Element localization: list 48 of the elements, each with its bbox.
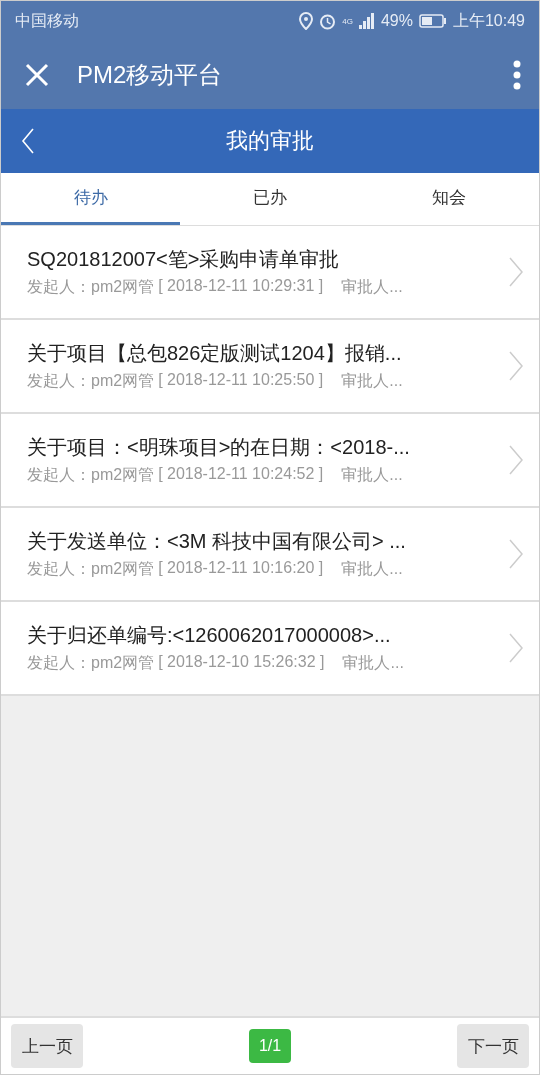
prev-page-button[interactable]: 上一页 [11, 1024, 83, 1068]
chevron-icon [509, 351, 523, 381]
clock-time: 上午10:49 [452, 10, 525, 31]
carrier-name: 中国移动 [15, 10, 79, 31]
submit-time: [ 2018-12-11 10:25:50 ] [158, 371, 324, 390]
initiator: 发起人：pm2网管 [27, 653, 155, 673]
initiator: 发起人：pm2网管 [27, 371, 155, 391]
approval-item[interactable]: 关于发送单位：<3M 科技中国有限公司> ... 发起人：pm2网管 [ 2018-12-11 10:16:20 ] 审批人... [1, 508, 539, 602]
initiator: 发起人：pm2网管 [27, 465, 155, 485]
approver: 审批人... [341, 277, 403, 297]
chevron-icon [509, 257, 523, 287]
page-title: 我的审批 [226, 127, 314, 155]
approver: 审批人... [341, 465, 403, 485]
page-indicator: 1/1 [248, 1029, 292, 1063]
item-title: 关于项目【总包826定版测试1204】报销... [27, 341, 403, 366]
submit-time: [ 2018-12-10 15:26:32 ] [158, 653, 325, 672]
initiator: 发起人：pm2网管 [27, 277, 155, 297]
item-title: SQ201812007<笔>采购申请单审批 [27, 247, 341, 272]
tab[interactable]: 知会 [359, 173, 539, 225]
submit-time: [ 2018-12-11 10:16:20 ] [158, 559, 324, 578]
submit-time: [ 2018-12-11 10:29:31 ] [158, 277, 324, 296]
approval-item[interactable]: 关于归还单编号:<1260062017000008>... 发起人：pm2网管 [ 2018-12-10 15:26:32 ] 审批人... [1, 602, 539, 696]
close-icon[interactable] [25, 63, 49, 87]
more-icon[interactable] [513, 60, 521, 90]
next-page-button[interactable]: 下一页 [457, 1024, 529, 1068]
approval-item[interactable]: 关于项目【总包826定版测试1204】报销... 发起人：pm2网管 [ 2018-12-11 10:25:50 ] 审批人... [1, 320, 539, 414]
chevron-icon [509, 539, 523, 569]
battery-icon [418, 14, 447, 28]
approval-item[interactable]: SQ201812007<笔>采购申请单审批 发起人：pm2网管 [ 2018-12-11 10:29:31 ] 审批人... [1, 226, 539, 320]
network-type: 4G [342, 16, 353, 26]
alarm-icon [319, 12, 337, 30]
submit-time: [ 2018-12-11 10:24:52 ] [158, 465, 324, 484]
battery-percent: 49% [380, 12, 413, 30]
chevron-icon [509, 633, 523, 663]
item-title: 关于项目：<明珠项目>的在日期：<2018-... [27, 435, 411, 460]
location-icon [299, 12, 314, 30]
signal-icon [358, 13, 375, 29]
item-title: 关于发送单位：<3M 科技中国有限公司> ... [27, 529, 407, 554]
approver: 审批人... [342, 653, 404, 673]
initiator: 发起人：pm2网管 [27, 559, 155, 579]
chevron-icon [509, 445, 523, 475]
item-title: 关于归还单编号:<1260062017000008>... [27, 623, 392, 648]
approver: 审批人... [341, 371, 403, 391]
back-icon[interactable] [21, 128, 35, 154]
app-title: PM2移动平台 [77, 60, 224, 90]
tab[interactable]: 已办 [180, 173, 360, 225]
approver: 审批人... [341, 559, 403, 579]
approval-item[interactable]: 关于项目：<明珠项目>的在日期：<2018-... 发起人：pm2网管 [ 2018-12-11 10:24:52 ] 审批人... [1, 414, 539, 508]
